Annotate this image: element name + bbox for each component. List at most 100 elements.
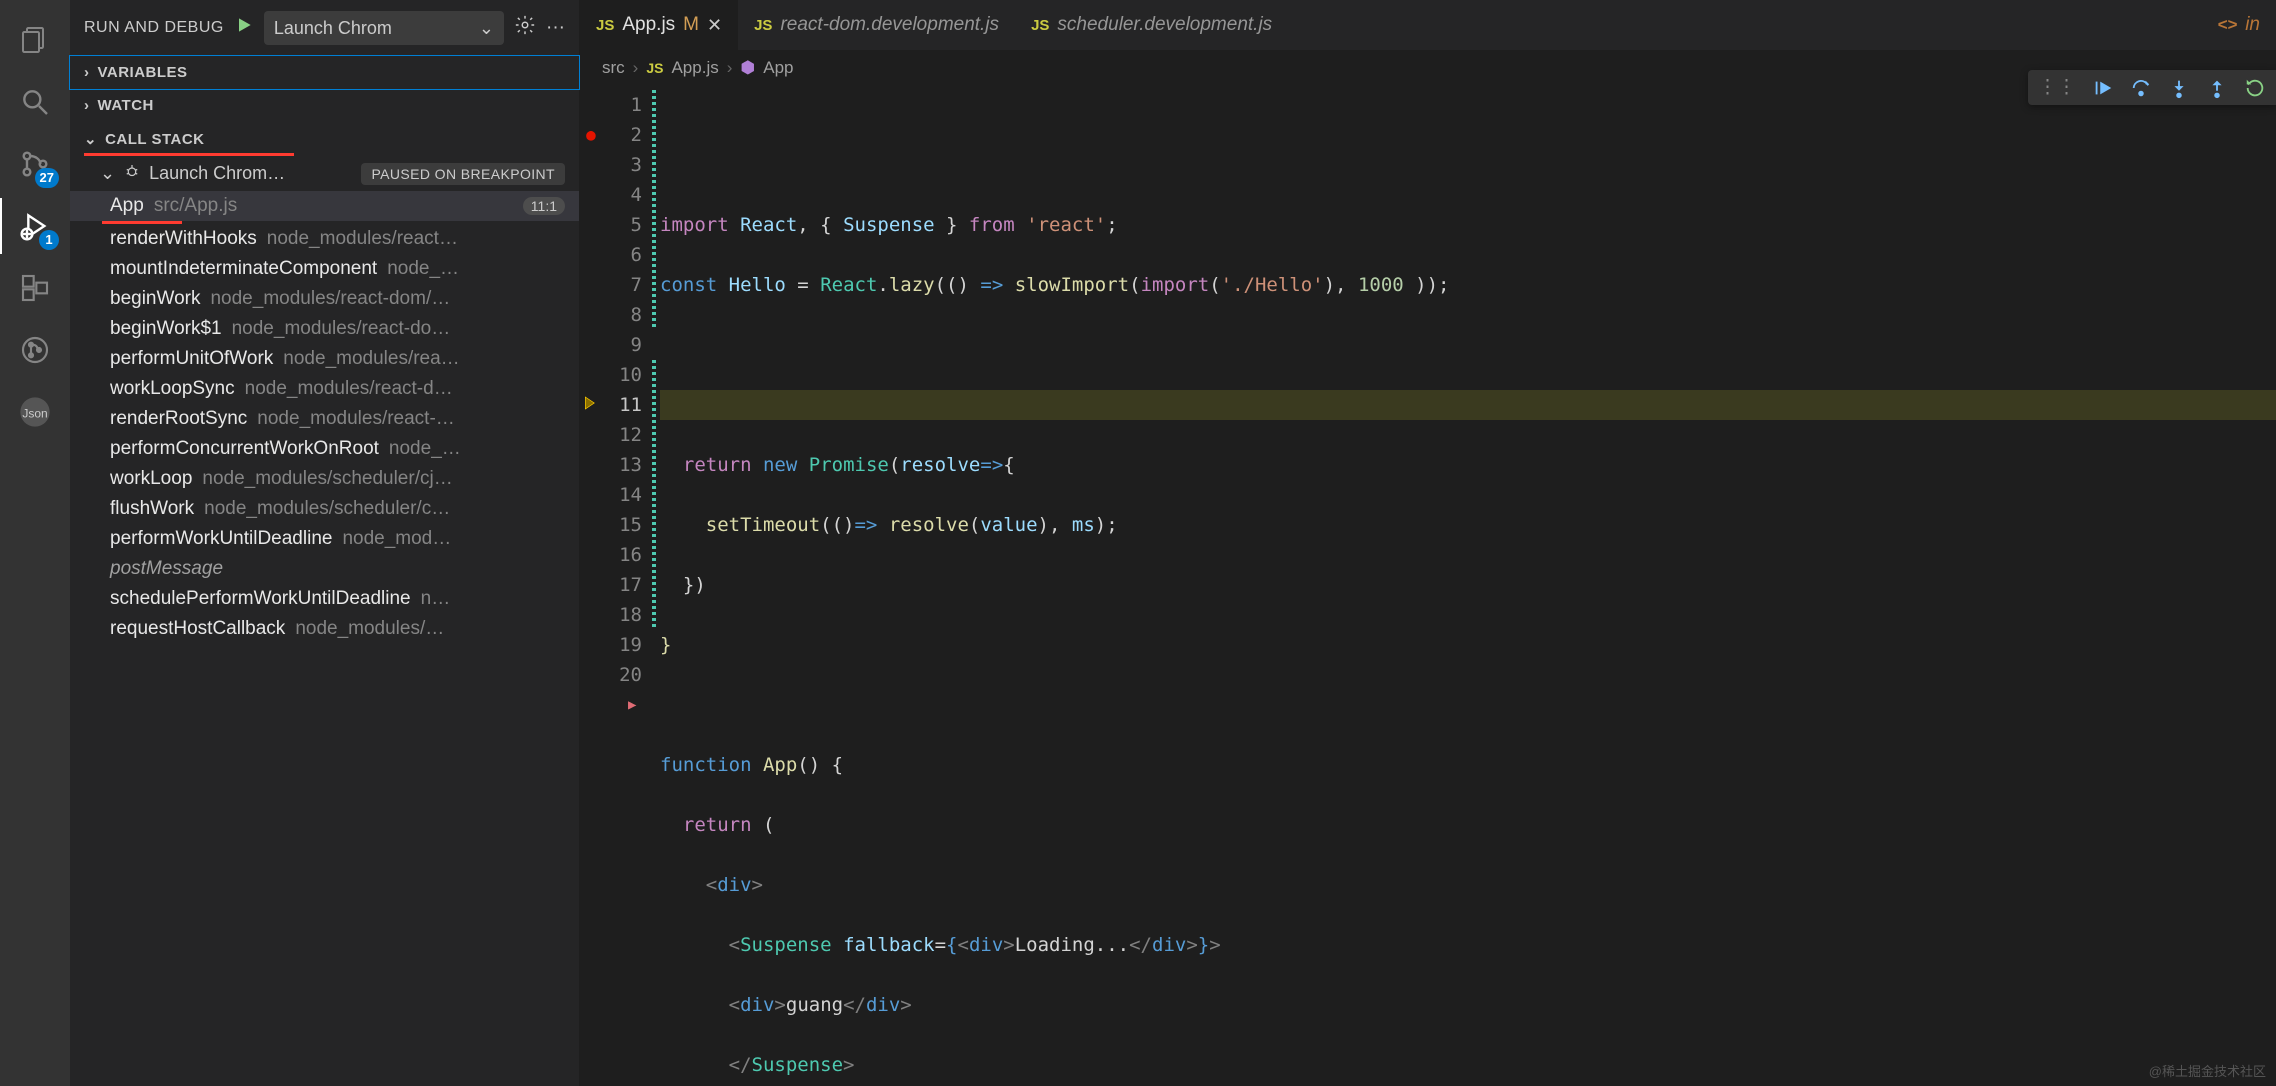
code-editor[interactable]: 1●234567891011121314151617181920 import … (580, 86, 2276, 1086)
line-number[interactable]: 4 (580, 180, 642, 210)
activity-bar: 27 1 Json (0, 0, 70, 1086)
debug-config-label: Launch Chrom (274, 18, 392, 39)
breakpoint-icon[interactable]: ● (582, 120, 600, 150)
line-number[interactable]: 20 (580, 660, 642, 690)
line-number[interactable]: 16 (580, 540, 642, 570)
line-number[interactable]: 5 (580, 210, 642, 240)
line-number[interactable]: 1 (580, 90, 642, 120)
tab-react-dom[interactable]: JS react-dom.development.js (738, 0, 1015, 50)
js-file-icon: JS (754, 17, 772, 34)
callstack-frames: Appsrc/App.js11:1renderWithHooksnode_mod… (70, 191, 579, 644)
callstack-section-header[interactable]: ⌄ CALL STACK (70, 122, 579, 156)
frame-source: node_modules/rea… (283, 348, 565, 370)
line-number[interactable]: 3 (580, 150, 642, 180)
git-graph-icon[interactable] (7, 322, 63, 378)
symbol-icon: ⬢ (740, 58, 755, 78)
stack-frame[interactable]: workLoopnode_modules/scheduler/cj… (70, 464, 579, 494)
tab-label: scheduler.development.js (1057, 14, 1272, 36)
line-number[interactable]: 6 (580, 240, 642, 270)
line-number[interactable]: 17 (580, 570, 642, 600)
frame-function: mountIndeterminateComponent (110, 258, 377, 280)
debug-config-select[interactable]: Launch Chrom ⌄ (264, 11, 504, 45)
stack-frame[interactable]: Appsrc/App.js11:1 (70, 191, 579, 221)
stack-frame[interactable]: schedulePerformWorkUntilDeadlinen… (70, 584, 579, 614)
stack-frame[interactable]: renderRootSyncnode_modules/react-… (70, 404, 579, 434)
scm-badge: 27 (35, 168, 59, 188)
stack-frame[interactable]: beginWork$1 node_modules/react-do… (70, 314, 579, 344)
start-debug-icon[interactable] (234, 15, 254, 41)
breadcrumb-symbol[interactable]: App (763, 58, 793, 78)
line-number[interactable]: 12 (580, 420, 642, 450)
gutter[interactable]: 1●234567891011121314151617181920 (580, 86, 660, 1086)
tab-scheduler[interactable]: JS scheduler.development.js (1015, 0, 1288, 50)
line-number[interactable]: 9 (580, 330, 642, 360)
extensions-icon[interactable] (7, 260, 63, 316)
current-frame-icon (582, 390, 600, 420)
tab-label: App.js (622, 14, 675, 36)
stack-frame[interactable]: performWorkUntilDeadlinenode_mod… (70, 524, 579, 554)
line-number[interactable]: 14 (580, 480, 642, 510)
frame-function: workLoopSync (110, 378, 235, 400)
tab-label: react-dom.development.js (780, 14, 999, 36)
more-icon[interactable]: ··· (546, 17, 565, 39)
debug-session-row[interactable]: ⌄ Launch Chrom… PAUSED ON BREAKPOINT (70, 156, 579, 191)
frame-function: beginWork$1 (110, 318, 222, 340)
code-content[interactable]: import React, { Suspense } from 'react';… (660, 86, 2276, 1086)
frame-source: node_modules/scheduler/c… (204, 498, 565, 520)
line-number[interactable]: ●2 (580, 120, 642, 150)
chevron-right-icon: › (727, 58, 733, 78)
stack-frame[interactable]: flushWork node_modules/scheduler/c… (70, 494, 579, 524)
explorer-icon[interactable] (7, 12, 63, 68)
fold-indicator (652, 360, 656, 630)
breadcrumb[interactable]: src › JS App.js › ⬢ App (580, 50, 2276, 86)
line-number[interactable]: 19 (580, 630, 642, 660)
stack-frame[interactable]: renderWithHooksnode_modules/react… (70, 224, 579, 254)
scm-icon[interactable]: 27 (7, 136, 63, 192)
chevron-right-icon: › (84, 64, 90, 81)
stack-frame[interactable]: postMessage (70, 554, 579, 584)
line-number[interactable]: 8 (580, 300, 642, 330)
debug-sidebar: RUN AND DEBUG Launch Chrom ⌄ ··· › VARIA… (70, 0, 580, 1086)
session-name: Launch Chrom… (149, 163, 285, 184)
brackets-icon: <> (2217, 15, 2237, 35)
frame-function: schedulePerformWorkUntilDeadline (110, 588, 411, 610)
frame-function: flushWork (110, 498, 194, 520)
search-icon[interactable] (7, 74, 63, 130)
line-number[interactable]: 7 (580, 270, 642, 300)
stack-frame[interactable]: performUnitOfWorknode_modules/rea… (70, 344, 579, 374)
stack-frame[interactable]: workLoopSyncnode_modules/react-d… (70, 374, 579, 404)
callstack-label: CALL STACK (105, 131, 204, 148)
debug-icon[interactable]: 1 (7, 198, 63, 254)
tab-overflow[interactable]: <> in (2201, 0, 2276, 50)
sidebar-header: RUN AND DEBUG Launch Chrom ⌄ ··· (70, 0, 579, 56)
close-icon[interactable]: ✕ (707, 15, 722, 36)
breadcrumb-folder[interactable]: src (602, 58, 625, 78)
stack-frame[interactable]: requestHostCallbacknode_modules/… (70, 614, 579, 644)
line-number[interactable]: 15 (580, 510, 642, 540)
variables-label: VARIABLES (98, 64, 188, 81)
line-number[interactable]: 13 (580, 450, 642, 480)
json-icon[interactable]: Json (7, 384, 63, 440)
line-number[interactable]: 11 (580, 390, 642, 420)
chevron-down-icon: ⌄ (84, 130, 97, 148)
frame-source: node_modules/react-do… (232, 318, 565, 340)
stack-frame[interactable]: mountIndeterminateComponentnode_… (70, 254, 579, 284)
frame-source: node_modules/scheduler/cj… (202, 468, 565, 490)
frame-function: performConcurrentWorkOnRoot (110, 438, 379, 460)
watch-section-header[interactable]: › WATCH (70, 89, 579, 122)
line-number[interactable]: 18 (580, 600, 642, 630)
stack-frame[interactable]: performConcurrentWorkOnRootnode_… (70, 434, 579, 464)
frame-position: 11:1 (523, 197, 565, 215)
stack-frame[interactable]: beginWorknode_modules/react-dom/… (70, 284, 579, 314)
editor-tabs: JS App.js M ✕ JS react-dom.development.j… (580, 0, 2276, 50)
frame-source: node_modules/react… (267, 228, 565, 250)
js-file-icon: JS (596, 17, 614, 34)
modified-indicator: M (683, 14, 699, 36)
tab-app-js[interactable]: JS App.js M ✕ (580, 0, 738, 50)
frame-function: beginWork (110, 288, 200, 310)
gear-icon[interactable] (514, 14, 536, 42)
variables-section-header[interactable]: › VARIABLES (70, 56, 579, 89)
line-number[interactable]: 10 (580, 360, 642, 390)
breadcrumb-file[interactable]: App.js (671, 58, 718, 78)
tab-label: in (2245, 14, 2260, 36)
